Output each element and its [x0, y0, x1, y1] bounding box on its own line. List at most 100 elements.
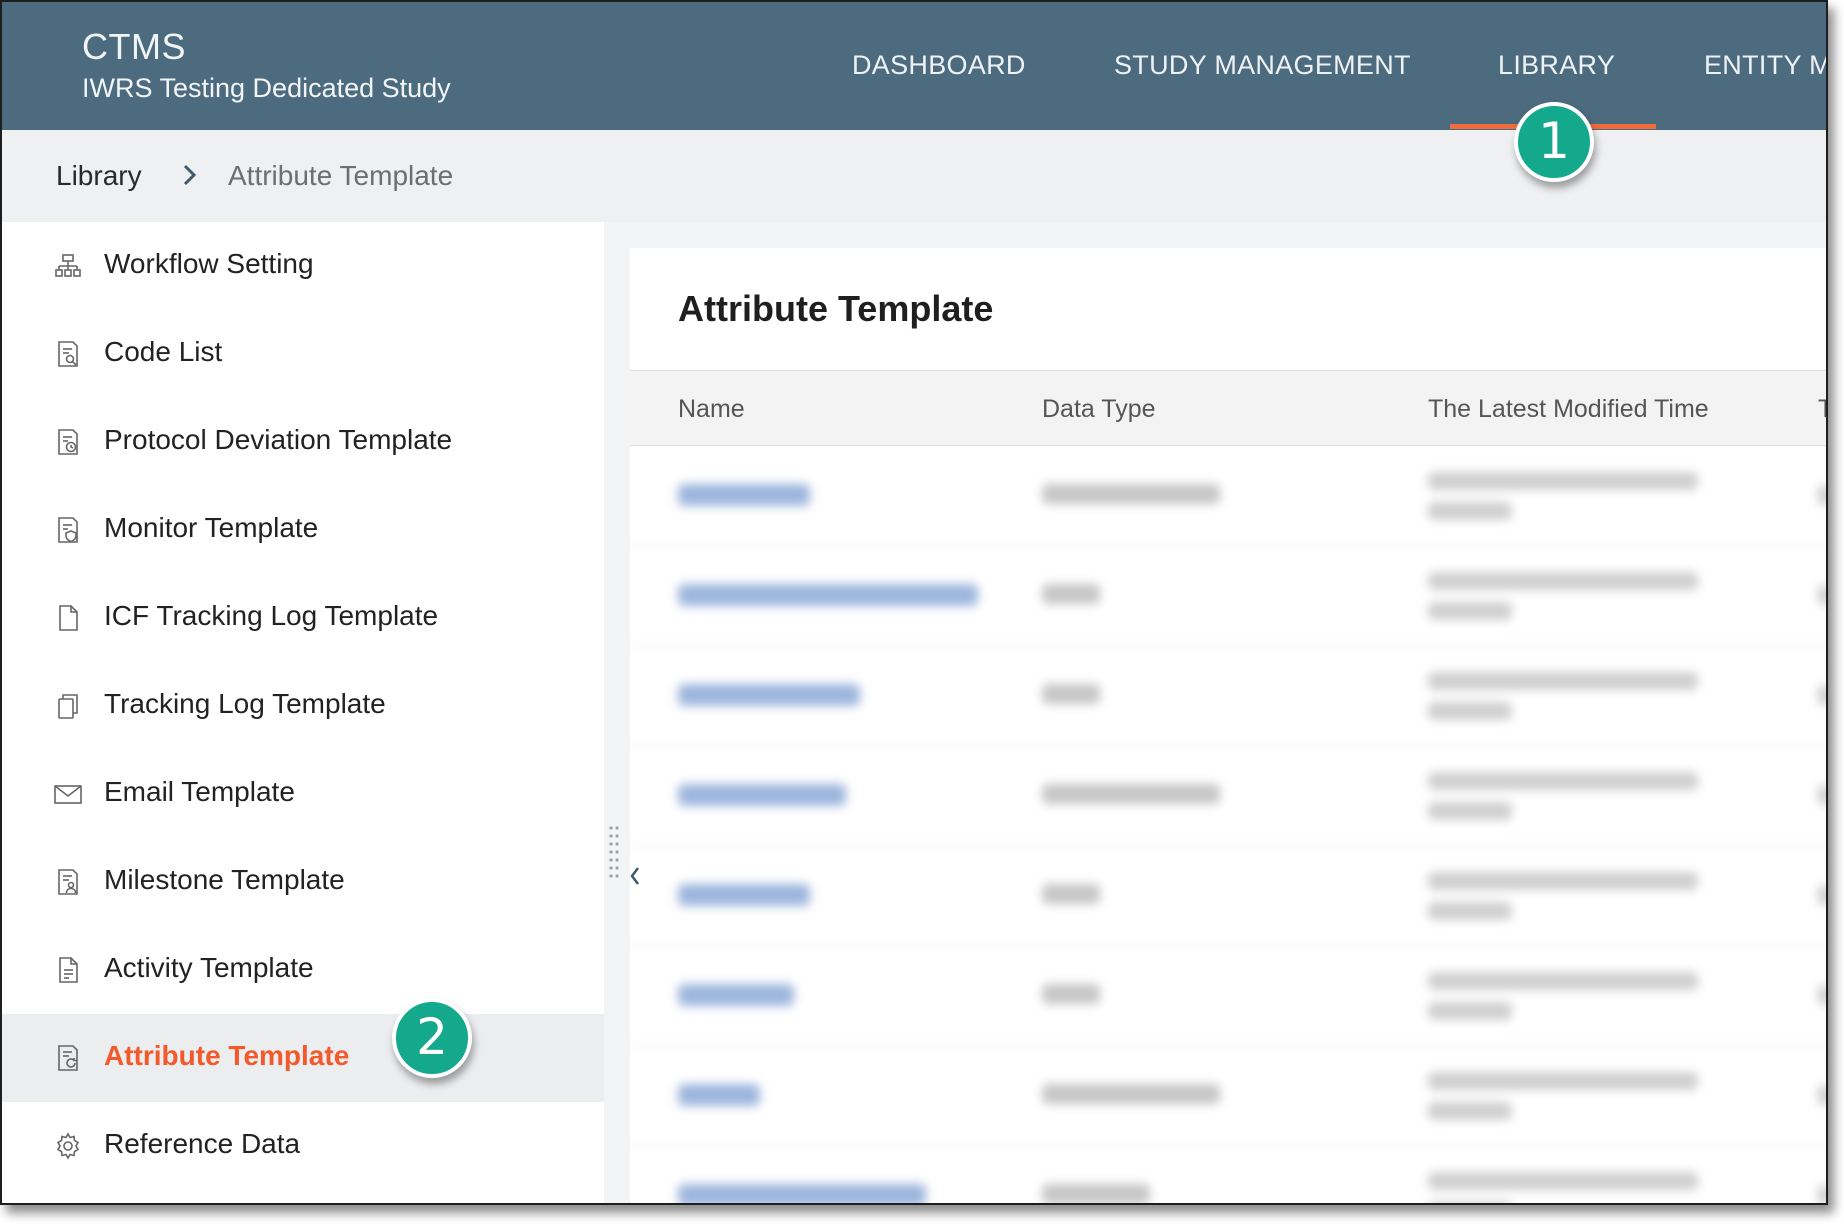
chevron-right-icon [183, 164, 197, 186]
sidebar-item-label: Workflow Setting [104, 248, 314, 279]
sidebar: Workflow Setting Code List Protocol Devi… [2, 222, 604, 1203]
sidebar-item-label: Email Template [104, 776, 295, 807]
row-time-redacted [1428, 802, 1512, 820]
nav-dashboard[interactable]: DASHBOARD [852, 50, 1026, 81]
sidebar-item-label: ICF Tracking Log Template [104, 600, 439, 631]
document-lines-icon [59, 957, 78, 983]
sidebar-item-label: Reference Data [104, 1128, 301, 1159]
row-time-redacted [1428, 502, 1512, 520]
row-type-redacted [1042, 884, 1100, 904]
row-time-redacted [1428, 702, 1512, 720]
document-shield-icon [58, 517, 78, 543]
row-time-redacted [1428, 1202, 1512, 1203]
sidebar-item-reference-data[interactable]: Reference Data [2, 1102, 604, 1190]
table-row[interactable] [630, 1046, 1826, 1146]
breadcrumb-current: Attribute Template [228, 160, 454, 191]
nav-entity-management[interactable]: ENTITY M [1704, 50, 1826, 81]
sidebar-item-icf-tracking-log-template[interactable]: ICF Tracking Log Template [2, 574, 604, 662]
sidebar-item-tracking-log-template[interactable]: Tracking Log Template [2, 662, 604, 750]
row-edge-redacted [1818, 786, 1826, 804]
panel-splitter[interactable] [604, 222, 630, 1203]
table-row[interactable] [630, 646, 1826, 746]
sidebar-item-label: Code List [104, 336, 223, 367]
row-time-redacted [1428, 902, 1512, 920]
sidebar-item-activity-template[interactable]: Activity Template [2, 926, 604, 1014]
sidebar-item-label: Activity Template [104, 952, 314, 983]
mail-icon [54, 785, 82, 804]
workflow-icon [55, 254, 81, 277]
row-edge-redacted [1818, 1086, 1826, 1104]
table-row[interactable] [630, 846, 1826, 946]
file-icon [59, 605, 78, 631]
sidebar-item-label: Protocol Deviation Template [104, 424, 453, 455]
row-type-redacted [1042, 484, 1220, 504]
row-type-redacted [1042, 1084, 1220, 1104]
table-header: Name Data Type The Latest Modified Time … [630, 370, 1826, 446]
row-edge-redacted [1818, 486, 1826, 504]
attribute-template-panel: Attribute Template Name Data Type The La… [630, 248, 1826, 1203]
row-type-redacted [1042, 584, 1100, 604]
nav-study-management[interactable]: STUDY MANAGEMENT [1114, 50, 1411, 81]
row-time-redacted [1428, 1072, 1698, 1090]
page-title: Attribute Template [678, 288, 994, 329]
row-time-redacted [1428, 1102, 1512, 1120]
sidebar-item-milestone-template[interactable]: Milestone Template [2, 838, 604, 926]
main-content: Attribute Template Name Data Type The La… [630, 222, 1826, 1203]
row-time-redacted [1428, 872, 1698, 890]
document-refresh-icon [58, 1045, 78, 1071]
row-name-redacted[interactable] [678, 1084, 760, 1106]
sidebar-item-protocol-deviation-template[interactable]: Protocol Deviation Template [2, 398, 604, 486]
row-edge-redacted [1818, 886, 1826, 904]
row-type-redacted [1042, 984, 1100, 1004]
table-row[interactable] [630, 946, 1826, 1046]
row-time-redacted [1428, 472, 1698, 490]
document-user-icon [58, 869, 78, 895]
table-row[interactable] [630, 1146, 1826, 1203]
callout-badge-2: 2 [392, 998, 472, 1078]
breadcrumb-library[interactable]: Library [56, 160, 142, 192]
row-edge-redacted [1818, 686, 1826, 704]
table-row[interactable] [630, 446, 1826, 546]
sidebar-item-label: Attribute Template [104, 1040, 350, 1071]
sidebar-item-monitor-template[interactable]: Monitor Template [2, 486, 604, 574]
row-name-redacted[interactable] [678, 484, 810, 506]
app-window: CTMS IWRS Testing Dedicated Study DASHBO… [0, 0, 1828, 1205]
row-name-redacted[interactable] [678, 1184, 926, 1203]
row-name-redacted[interactable] [678, 784, 846, 806]
row-name-redacted[interactable] [678, 684, 860, 706]
row-name-redacted[interactable] [678, 884, 810, 906]
row-name-redacted[interactable] [678, 984, 794, 1006]
column-header-latest-modified-time[interactable]: The Latest Modified Time [1428, 395, 1709, 424]
row-time-redacted [1428, 772, 1698, 790]
nav-library[interactable]: LIBRARY [1498, 50, 1615, 81]
sidebar-item-email-template[interactable]: Email Template [2, 750, 604, 838]
row-time-redacted [1428, 1172, 1698, 1190]
sidebar-item-workflow-setting[interactable]: Workflow Setting [2, 222, 604, 310]
row-name-redacted[interactable] [678, 584, 978, 606]
row-edge-redacted [1818, 986, 1826, 1004]
table-body [630, 446, 1826, 1203]
sidebar-item-label: Monitor Template [104, 512, 319, 543]
drag-handle-icon[interactable] [608, 824, 620, 880]
column-header-truncated[interactable]: T [1818, 395, 1826, 424]
sidebar-item-label: Milestone Template [104, 864, 345, 895]
collapse-sidebar-icon[interactable] [628, 858, 642, 894]
row-edge-redacted [1818, 1186, 1826, 1203]
table-row[interactable] [630, 746, 1826, 846]
sidebar-item-label: Tracking Log Template [104, 688, 386, 719]
column-header-data-type[interactable]: Data Type [1042, 395, 1156, 424]
row-time-redacted [1428, 572, 1698, 590]
sidebar-item-code-list[interactable]: Code List [2, 310, 604, 398]
row-type-redacted [1042, 784, 1220, 804]
sidebar-item-attribute-template[interactable]: Attribute Template [2, 1014, 604, 1102]
row-time-redacted [1428, 672, 1698, 690]
row-type-redacted [1042, 1184, 1150, 1203]
row-edge-redacted [1818, 586, 1826, 604]
column-header-name[interactable]: Name [678, 395, 745, 424]
table-row[interactable] [630, 546, 1826, 646]
document-clock-icon [58, 429, 78, 455]
document-search-icon [58, 341, 78, 367]
copy-icon [58, 694, 78, 719]
callout-badge-1: 1 [1514, 102, 1594, 182]
row-type-redacted [1042, 684, 1100, 704]
